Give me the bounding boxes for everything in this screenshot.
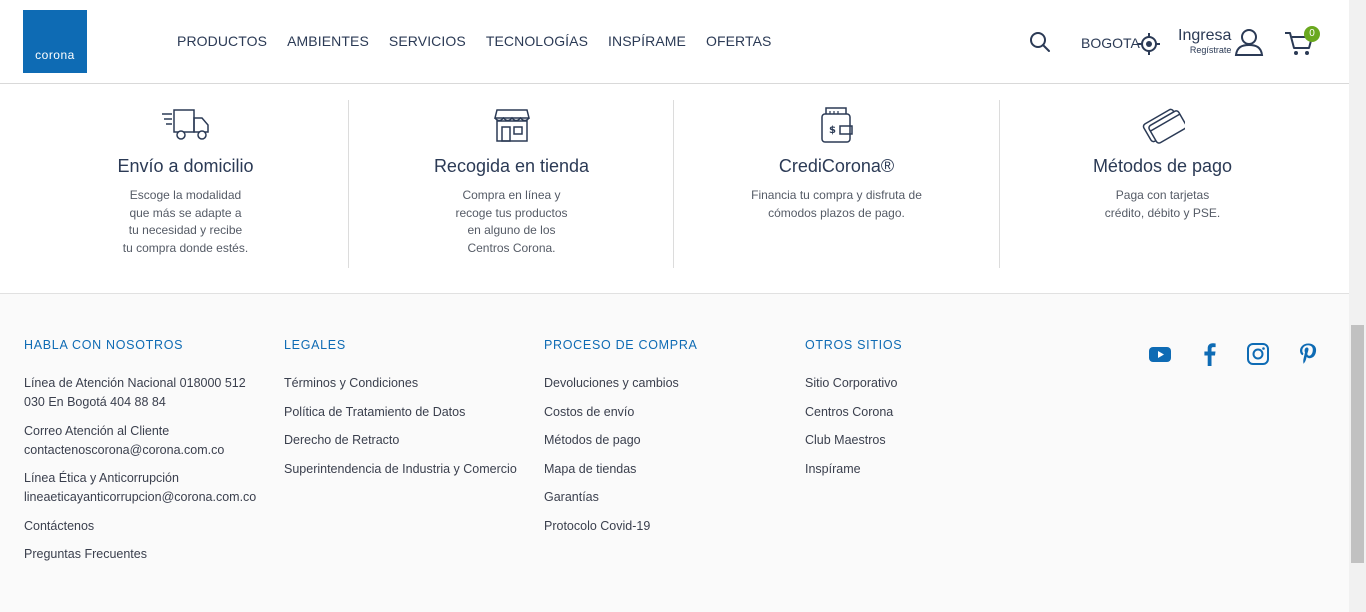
login-link[interactable]: Ingresa Regístrate xyxy=(1178,27,1231,55)
footer-link[interactable]: Sitio Corporativo xyxy=(805,374,1005,393)
desc-line: Centros Corona. xyxy=(467,240,556,255)
location-target-icon[interactable] xyxy=(1137,32,1161,56)
footer-link[interactable]: Mapa de tiendas xyxy=(544,460,784,479)
desc-line: Paga con tarjetas xyxy=(1115,188,1210,202)
desc-line: tu compra donde estés. xyxy=(122,240,249,255)
footer-link[interactable]: Club Maestros xyxy=(805,431,1005,450)
corona-logo[interactable]: corona xyxy=(23,10,87,73)
logo-text: corona xyxy=(35,48,75,62)
register-label: Regístrate xyxy=(1189,45,1232,55)
nav-ofertas[interactable]: OFERTAS xyxy=(706,33,772,49)
service-desc: Compra en línea y recoge tus productos e… xyxy=(349,187,674,257)
nav-inspirame[interactable]: INSPÍRAME xyxy=(608,33,686,49)
page: corona PRODUCTOS AMBIENTES SERVICIOS TEC… xyxy=(0,0,1366,612)
service-credicorona: $ CrediCorona® Financia tu compra y disf… xyxy=(674,100,999,270)
service-desc: Financia tu compra y disfruta de cómodos… xyxy=(674,187,999,222)
service-title: Envío a domicilio xyxy=(117,156,254,176)
footer-col-purchase: PROCESO DE COMPRA Devoluciones y cambios… xyxy=(544,338,784,545)
footer-col-other-sites: OTROS SITIOS Sitio Corporativo Centros C… xyxy=(805,338,1005,488)
footer-link[interactable]: Términos y Condiciones xyxy=(284,374,534,393)
footer-col-title: OTROS SITIOS xyxy=(805,338,903,352)
footer-col-title: PROCESO DE COMPRA xyxy=(544,338,698,352)
desc-line: recoge tus productos xyxy=(455,205,568,220)
facebook-icon[interactable] xyxy=(1198,342,1222,366)
desc-line: tu necesidad y recibe xyxy=(128,223,243,237)
footer-link[interactable]: Inspírame xyxy=(805,460,1005,479)
service-home-delivery: Envío a domicilio Escoge la modalidad qu… xyxy=(23,100,348,270)
service-title: CrediCorona® xyxy=(778,156,895,176)
service-desc: Paga con tarjetas crédito, débito y PSE. xyxy=(1000,187,1325,222)
page-scrollbar[interactable] xyxy=(1349,0,1366,612)
truck-icon xyxy=(161,109,209,140)
site-header: corona PRODUCTOS AMBIENTES SERVICIOS TEC… xyxy=(0,0,1349,84)
footer-link[interactable]: Protocolo Covid-19 xyxy=(544,517,784,536)
desc-line: crédito, débito y PSE. xyxy=(1104,205,1221,220)
footer-link[interactable]: Centros Corona xyxy=(805,403,1005,422)
main-nav: PRODUCTOS AMBIENTES SERVICIOS TECNOLOGÍA… xyxy=(177,33,772,49)
service-title: Métodos de pago xyxy=(1092,156,1233,176)
footer-link[interactable]: Preguntas Frecuentes xyxy=(24,545,269,564)
footer-link[interactable]: Superintendencia de Industria y Comercio xyxy=(284,460,534,479)
service-desc: Escoge la modalidad que más se adapte a … xyxy=(23,187,348,257)
wallet-icon: $ xyxy=(820,107,853,143)
store-icon xyxy=(493,109,530,142)
nav-servicios[interactable]: SERVICIOS xyxy=(389,33,466,49)
desc-line: que más se adapte a xyxy=(129,205,242,220)
scrollbar-thumb[interactable] xyxy=(1351,325,1364,563)
desc-line: en alguno de los xyxy=(467,223,556,237)
footer-col-contact: HABLA CON NOSOTROS Línea de Atención Nac… xyxy=(24,338,269,574)
footer-link[interactable]: Derecho de Retracto xyxy=(284,431,534,450)
pinterest-icon[interactable] xyxy=(1296,342,1320,366)
nav-tecnologias[interactable]: TECNOLOGÍAS xyxy=(486,33,588,49)
footer-link[interactable]: Costos de envío xyxy=(544,403,784,422)
desc-line: Escoge la modalidad xyxy=(129,188,242,202)
footer-link[interactable]: Métodos de pago xyxy=(544,431,784,450)
login-label: Ingresa xyxy=(1178,27,1232,44)
footer-col-title: LEGALES xyxy=(284,338,346,352)
nav-ambientes[interactable]: AMBIENTES xyxy=(287,33,369,49)
user-icon[interactable] xyxy=(1234,28,1264,56)
footer-col-title: HABLA CON NOSOTROS xyxy=(24,338,184,352)
services-strip: Envío a domicilio Escoge la modalidad qu… xyxy=(0,84,1349,294)
instagram-icon[interactable] xyxy=(1246,342,1270,366)
footer-link[interactable]: Garantías xyxy=(544,488,784,507)
city-selector[interactable]: BOGOTA xyxy=(1081,35,1140,51)
footer-link[interactable]: Política de Tratamiento de Datos xyxy=(284,403,534,422)
service-payment-methods: Métodos de pago Paga con tarjetas crédit… xyxy=(1000,100,1325,270)
footer-link[interactable]: Línea de Atención Nacional 018000 512 03… xyxy=(24,374,269,412)
cart-count-badge: 0 xyxy=(1304,26,1320,42)
nav-productos[interactable]: PRODUCTOS xyxy=(177,33,267,49)
desc-line: Financia tu compra y disfruta de xyxy=(751,188,922,202)
footer-link[interactable]: Correo Atención al Cliente contactenosco… xyxy=(24,422,269,460)
cards-icon xyxy=(1142,108,1185,144)
service-store-pickup: Recogida en tienda Compra en línea y rec… xyxy=(349,100,674,270)
footer-col-legal: LEGALES Términos y Condiciones Política … xyxy=(284,338,534,488)
footer-link[interactable]: Línea Ética y Anticorrupción lineaeticay… xyxy=(24,469,269,507)
youtube-icon[interactable] xyxy=(1148,342,1172,366)
search-icon[interactable] xyxy=(1029,31,1051,53)
footer-link[interactable]: Devoluciones y cambios xyxy=(544,374,784,393)
svg-text:$: $ xyxy=(829,125,836,136)
desc-line: Compra en línea y xyxy=(462,188,561,202)
site-footer: HABLA CON NOSOTROS Línea de Atención Nac… xyxy=(0,295,1349,612)
service-title: Recogida en tienda xyxy=(433,156,590,176)
footer-link[interactable]: Contáctenos xyxy=(24,517,269,536)
desc-line: cómodos plazos de pago. xyxy=(768,205,905,220)
